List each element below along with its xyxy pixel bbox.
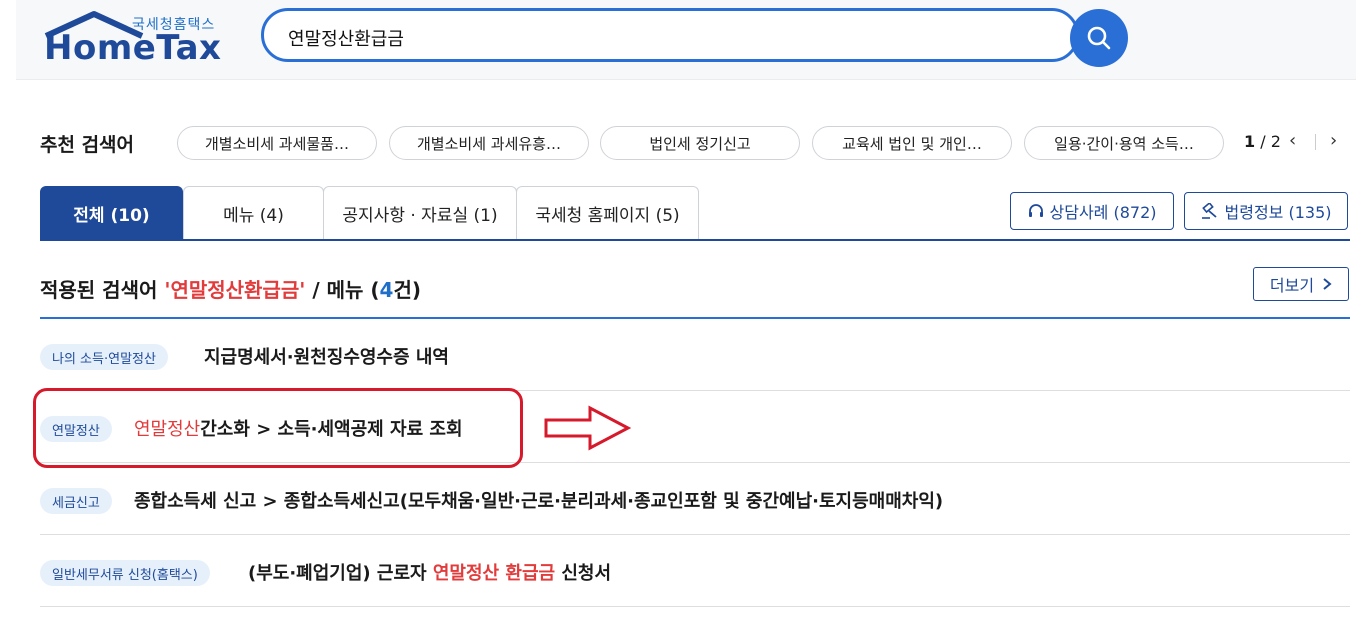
result-category-badge: 나의 소득·연말정산 xyxy=(40,344,168,370)
tab-notice[interactable]: 공지사항 · 자료실 (1) xyxy=(323,186,517,240)
more-button[interactable]: 더보기 xyxy=(1253,267,1349,301)
more-label: 더보기 xyxy=(1269,276,1315,295)
recommend-chip[interactable]: 개별소비세 과세물품… xyxy=(177,126,377,160)
hometax-logo[interactable]: 국세청홈택스 HomeTax xyxy=(44,8,234,70)
search-value: 연말정산환급금 xyxy=(288,29,404,50)
recommend-pager: 1 / 2 xyxy=(1244,132,1281,151)
chevron-left-icon[interactable]: ‹ xyxy=(1289,130,1296,151)
result-category-badge: 세금신고 xyxy=(40,488,112,514)
logo-title: HomeTax xyxy=(44,28,222,68)
applied-prefix: 적용된 검색어 xyxy=(40,278,165,302)
applied-keyword-heading: 적용된 검색어 '연말정산환급금' / 메뉴 (4건) xyxy=(40,274,421,303)
result-title-highlight: 연말정산 환급금 xyxy=(432,563,556,584)
result-title[interactable]: 지급명세서·원천징수영수증 내역 xyxy=(204,343,449,369)
pager-divider xyxy=(1315,134,1316,150)
tab-menu[interactable]: 메뉴 (4) xyxy=(183,186,324,240)
gavel-icon xyxy=(1201,203,1217,219)
chevron-right-icon[interactable]: › xyxy=(1330,130,1337,151)
recommend-chip[interactable]: 법인세 정기신고 xyxy=(600,126,800,160)
recommend-chip[interactable]: 개별소비세 과세유흥… xyxy=(389,126,589,160)
pager-total: / 2 xyxy=(1260,132,1281,151)
result-title[interactable]: 종합소득세 신고 > 종합소득세신고(모두채움·일반·근로·분리과세·종교인포함… xyxy=(134,487,943,513)
result-title[interactable]: (부도·폐업기업) 근로자 연말정산 환급금 신청서 xyxy=(248,559,611,585)
law-info-button[interactable]: 법령정보 (135) xyxy=(1184,192,1348,230)
tab-homepage[interactable]: 국세청 홈페이지 (5) xyxy=(516,186,699,240)
applied-suffix: 건) xyxy=(393,278,421,302)
law-info-label: 법령정보 (135) xyxy=(1224,203,1332,222)
result-title-text: 지급명세서·원천징수영수증 내역 xyxy=(204,347,449,368)
result-title-text: 신청서 xyxy=(555,563,612,584)
result-title-text: 종합소득세 신고 > 종합소득세신고(모두채움·일반·근로·분리과세·종교인포함… xyxy=(134,491,944,512)
tab-all[interactable]: 전체 (10) xyxy=(40,186,183,240)
result-title-text: (부도·폐업기업) 근로자 xyxy=(248,563,433,584)
recommend-chip[interactable]: 교육세 법인 및 개인… xyxy=(812,126,1012,160)
consult-cases-button[interactable]: 상담사례 (872) xyxy=(1010,192,1174,230)
recommend-label: 추천 검색어 xyxy=(40,134,135,156)
annotation-highlight-box xyxy=(33,388,523,468)
result-row[interactable]: 세금신고 종합소득세 신고 > 종합소득세신고(모두채움·일반·근로·분리과세·… xyxy=(40,463,1350,535)
applied-middle: / 메뉴 ( xyxy=(305,278,380,302)
search-icon xyxy=(1087,26,1111,50)
headset-icon xyxy=(1028,204,1043,217)
chevron-right-icon xyxy=(1323,278,1332,290)
annotation-arrow-icon xyxy=(544,405,632,451)
search-button[interactable] xyxy=(1070,9,1128,67)
applied-keyword: '연말정산환급금' xyxy=(164,278,306,302)
result-row[interactable]: 일반세무서류 신청(홈택스) (부도·폐업기업) 근로자 연말정산 환급금 신청… xyxy=(40,535,1350,607)
applied-count: 4 xyxy=(379,278,394,302)
recommend-chip[interactable]: 일용·간이·용역 소득… xyxy=(1024,126,1224,160)
tabs-underline xyxy=(40,239,1350,241)
search-input[interactable]: 연말정산환급금 xyxy=(261,8,1079,62)
result-row[interactable]: 나의 소득·연말정산 지급명세서·원천징수영수증 내역 xyxy=(40,319,1350,391)
consult-cases-label: 상담사례 (872) xyxy=(1049,203,1157,222)
pager-current: 1 xyxy=(1244,132,1256,151)
result-category-badge: 일반세무서류 신청(홈택스) xyxy=(40,560,210,586)
